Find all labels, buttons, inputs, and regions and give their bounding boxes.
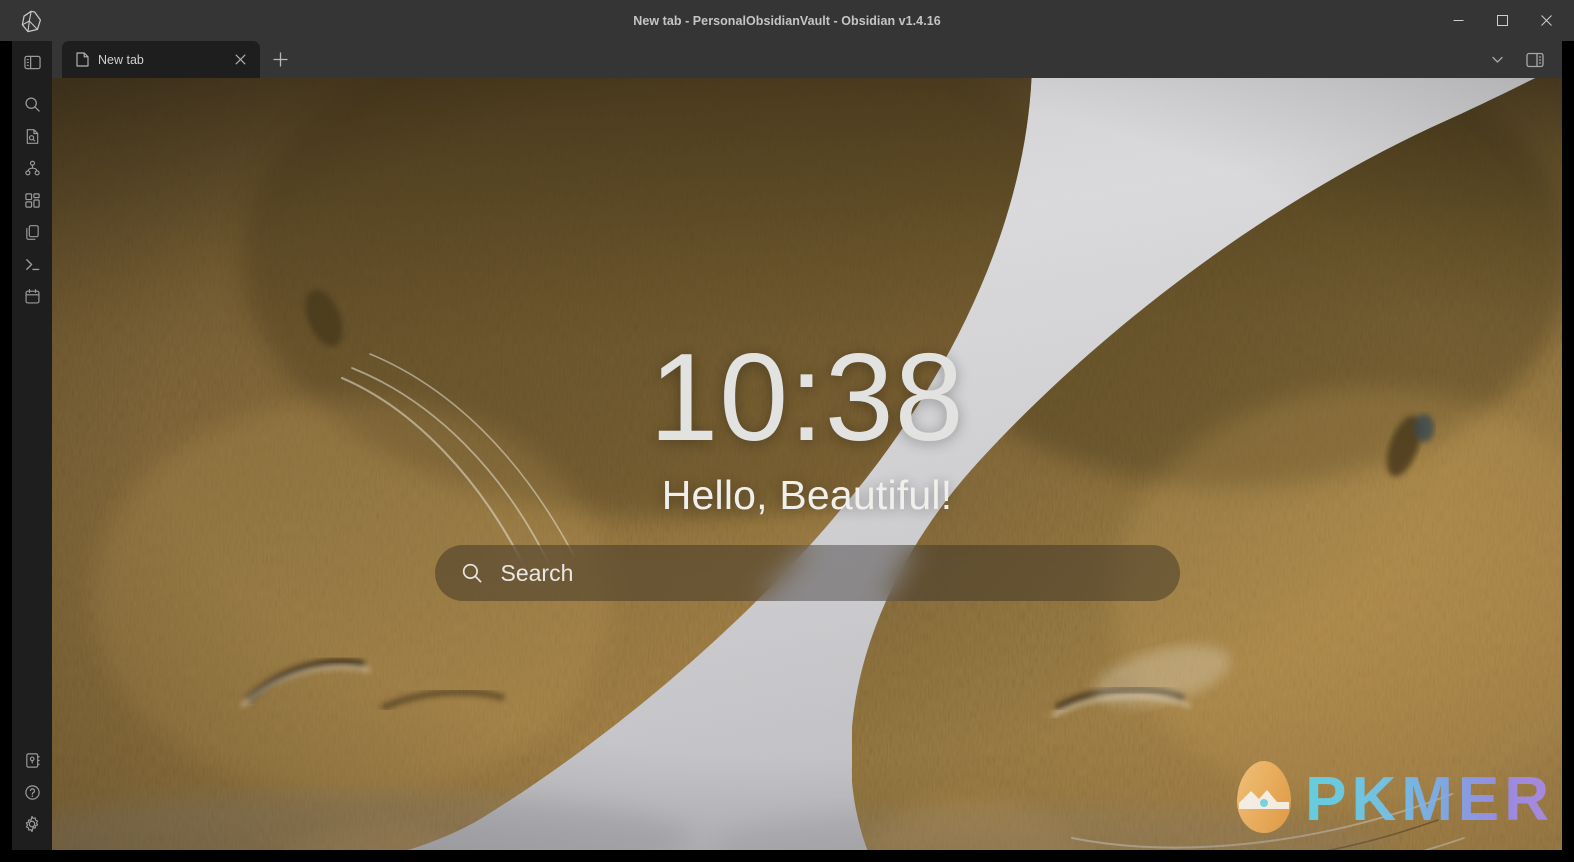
tab-bar: New tab [52, 41, 1562, 78]
left-sidebar-toggle-icon[interactable] [16, 46, 48, 78]
copy-files-icon[interactable] [16, 216, 48, 248]
left-ribbon [12, 41, 52, 850]
tab-label: New tab [98, 52, 144, 67]
new-tab-button[interactable] [266, 41, 294, 78]
gear-icon[interactable] [16, 808, 48, 840]
tab-bar-right-controls [1484, 41, 1562, 78]
new-tab-content: 10:38 Hello, Beautiful! Search PKMER [52, 78, 1562, 850]
obsidian-window: New tab - PersonalObsidianVault - Obsidi… [0, 0, 1574, 862]
pkmer-watermark-text: PKMER [1305, 764, 1554, 834]
greeting-text: Hello, Beautiful! [661, 472, 953, 518]
window-title: New tab - PersonalObsidianVault - Obsidi… [633, 13, 941, 28]
vault-book-icon[interactable] [16, 744, 48, 776]
search-icon [461, 562, 483, 584]
tab-new-tab[interactable]: New tab [62, 41, 260, 78]
clock: 10:38 [649, 329, 965, 467]
terminal-icon[interactable] [16, 248, 48, 280]
title-bar: New tab - PersonalObsidianVault - Obsidi… [0, 0, 1574, 41]
chevron-down-icon[interactable] [1484, 47, 1510, 73]
minimize-button[interactable] [1436, 0, 1480, 41]
obsidian-gem-icon [16, 6, 46, 36]
graph-view-icon[interactable] [16, 152, 48, 184]
help-circle-icon[interactable] [16, 776, 48, 808]
maximize-button[interactable] [1480, 0, 1524, 41]
file-icon [76, 52, 89, 67]
calendar-icon[interactable] [16, 280, 48, 312]
pkmer-egg-logo-icon [1231, 757, 1297, 842]
new-tab-widget: 10:38 Hello, Beautiful! [52, 336, 1562, 601]
search-icon[interactable] [16, 88, 48, 120]
file-search-icon[interactable] [16, 120, 48, 152]
right-sidebar-toggle-icon[interactable] [1522, 47, 1548, 73]
search-input[interactable] [500, 559, 1154, 587]
window-controls [1436, 0, 1568, 41]
search-bar[interactable] [434, 545, 1180, 601]
close-button[interactable] [1524, 0, 1568, 41]
close-icon[interactable] [230, 50, 250, 70]
canvas-grid-icon[interactable] [16, 184, 48, 216]
pkmer-watermark: PKMER [1231, 757, 1554, 842]
